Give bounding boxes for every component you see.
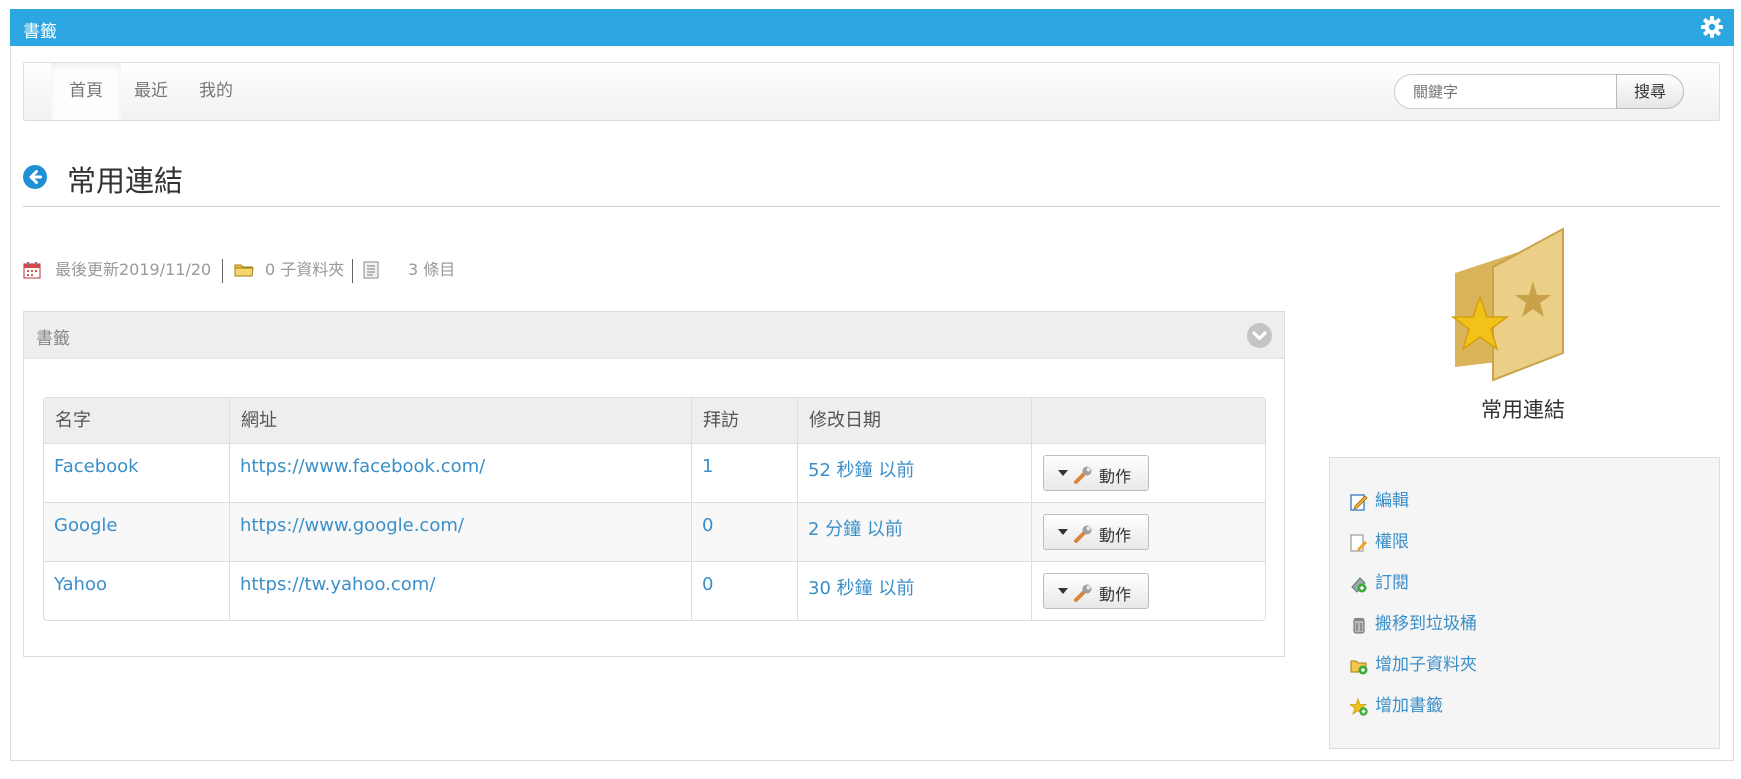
- panel-title: 書籤: [36, 329, 70, 349]
- document-icon: [363, 261, 379, 279]
- folder-add-icon: [1350, 660, 1368, 675]
- table-row: Google https://www.google.com/ 0 2 分鐘 以前…: [44, 502, 1265, 561]
- sidebar-folder-title: 常用連結: [1481, 398, 1565, 422]
- bookmark-url-link[interactable]: https://www.google.com/: [240, 515, 464, 536]
- action-label: 動作: [1099, 585, 1132, 604]
- star-add-icon: [1350, 698, 1368, 716]
- arrow-left-circle-icon[interactable]: [23, 165, 47, 189]
- wrench-icon: [1074, 584, 1092, 602]
- table-row: Facebook https://www.facebook.com/ 1 52 …: [44, 443, 1265, 502]
- table-header: 名字 網址 拜訪 修改日期: [44, 398, 1265, 443]
- tab-home[interactable]: 首頁: [51, 63, 121, 120]
- trash-icon: [1353, 618, 1365, 634]
- col-name-header[interactable]: 名字: [44, 398, 229, 443]
- action-label: 動作: [1099, 526, 1132, 545]
- col-actions-header: [1031, 398, 1265, 443]
- bookmarks-table: 名字 網址 拜訪 修改日期 Facebook https://www.faceb…: [43, 397, 1266, 621]
- modified-date[interactable]: 52 秒鐘 以前: [808, 456, 914, 482]
- last-updated: 最後更新2019/11/20: [55, 260, 212, 279]
- bookmark-url-link[interactable]: https://www.facebook.com/: [240, 456, 485, 477]
- action-dropdown-button[interactable]: 動作: [1043, 455, 1149, 491]
- subscribe-icon: [1351, 577, 1367, 593]
- gear-icon[interactable]: [1700, 15, 1724, 39]
- visit-count[interactable]: 1: [702, 456, 713, 477]
- caret-down-icon: [1058, 588, 1068, 594]
- search-form: 搜尋: [1394, 74, 1684, 109]
- bookmarks-panel: 書籤 名字 網址 拜訪 修改日期 Facebook https://www.fa…: [23, 311, 1285, 657]
- folder-actions-panel: 編輯 權限 訂閱 搬移到垃圾桶 增加子資料夾 增加書籤: [1329, 457, 1720, 749]
- bookmark-url-link[interactable]: https://tw.yahoo.com/: [240, 574, 435, 595]
- modified-date[interactable]: 2 分鐘 以前: [808, 515, 903, 541]
- action-dropdown-button[interactable]: 動作: [1043, 514, 1149, 550]
- bookmark-folder-icon: [1450, 227, 1564, 382]
- folder-icon: [234, 264, 254, 277]
- visit-count[interactable]: 0: [702, 574, 713, 595]
- col-modified-header[interactable]: 修改日期: [797, 398, 1031, 443]
- page-title: 常用連結: [67, 164, 184, 198]
- nav-bar: 首頁 最近 我的 搜尋: [23, 62, 1720, 121]
- calendar-icon: [23, 262, 41, 279]
- permissions-icon: [1350, 534, 1367, 552]
- meta-divider: [352, 259, 353, 283]
- app-title: 書籤: [23, 22, 57, 42]
- caret-down-icon: [1058, 529, 1068, 535]
- bookmark-name-link[interactable]: Google: [54, 515, 117, 536]
- subfolder-count: 0 子資料夾: [265, 260, 345, 279]
- chevron-down-icon[interactable]: [1247, 323, 1272, 348]
- search-button[interactable]: 搜尋: [1616, 74, 1684, 109]
- wrench-icon: [1074, 466, 1092, 484]
- bookmark-name-link[interactable]: Yahoo: [54, 574, 107, 595]
- item-count: 3 條目: [408, 260, 456, 279]
- col-url-header[interactable]: 網址: [229, 398, 691, 443]
- table-row: Yahoo https://tw.yahoo.com/ 0 30 秒鐘 以前 動…: [44, 561, 1265, 620]
- modified-date[interactable]: 30 秒鐘 以前: [808, 574, 914, 600]
- tab-mine[interactable]: 我的: [181, 63, 251, 120]
- wrench-icon: [1074, 525, 1092, 543]
- edit-icon: [1350, 494, 1368, 511]
- action-label: 動作: [1099, 467, 1132, 486]
- meta-divider: [222, 259, 223, 283]
- col-visits-header[interactable]: 拜訪: [691, 398, 797, 443]
- page-header: 常用連結: [23, 154, 1720, 207]
- caret-down-icon: [1058, 470, 1068, 476]
- panel-header[interactable]: 書籤: [24, 312, 1284, 359]
- action-dropdown-button[interactable]: 動作: [1043, 573, 1149, 609]
- app-header: 書籤: [10, 9, 1734, 46]
- bookmark-name-link[interactable]: Facebook: [54, 456, 139, 477]
- visit-count[interactable]: 0: [702, 515, 713, 536]
- search-input[interactable]: [1394, 74, 1616, 109]
- tab-recent[interactable]: 最近: [116, 63, 186, 120]
